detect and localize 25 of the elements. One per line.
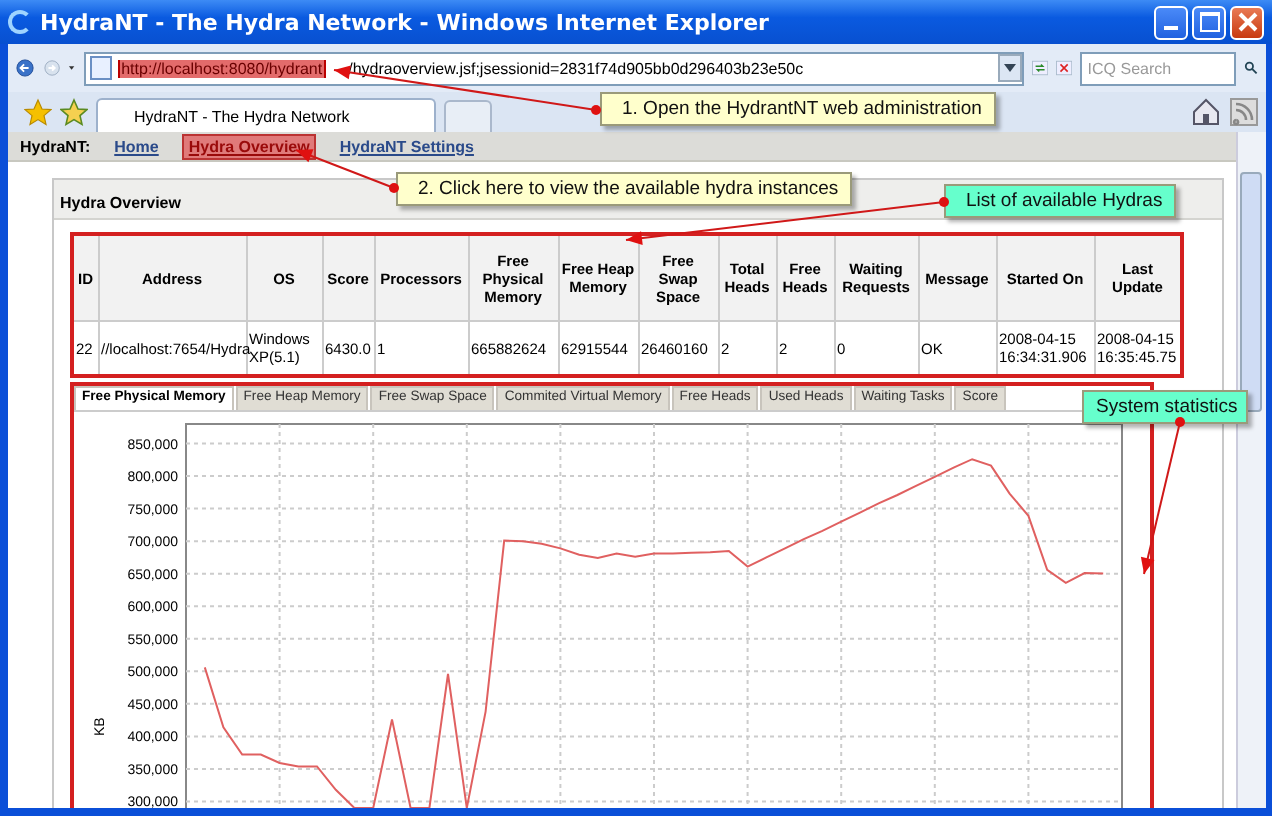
callout-note: System statistics <box>1082 390 1248 424</box>
add-favorite-icon[interactable] <box>60 98 88 126</box>
address-field[interactable]: http://localhost:8080/hydrant /hydraoverview.jsf;jsessionid=2831f74d905bb0d296403b23e50c <box>83 51 1024 85</box>
maximize-icon <box>1199 12 1219 32</box>
callout-note: 2. Click here to view the available hydra instances <box>396 172 853 206</box>
callout-note: List of available Hydras <box>944 184 1177 218</box>
close-icon <box>1237 12 1257 32</box>
home-icon[interactable] <box>1190 98 1222 126</box>
maximize-button[interactable] <box>1192 5 1226 39</box>
nav-link[interactable]: HydraNT Settings <box>335 135 478 157</box>
browser-logo-icon <box>8 10 32 34</box>
page-icon <box>89 56 112 80</box>
nav-link[interactable]: Home <box>110 135 163 157</box>
minimize-button[interactable] <box>1154 5 1188 39</box>
dropdown-caret-icon[interactable] <box>997 54 1022 82</box>
browser-tab[interactable]: HydraNT - The Hydra Network <box>96 98 436 132</box>
star-icon[interactable] <box>24 98 52 126</box>
scrollbar[interactable] <box>1236 132 1266 808</box>
window-title: HydraNT - The Hydra Network - Windows Internet Explorer <box>40 9 769 35</box>
close-button[interactable] <box>1230 5 1264 39</box>
search-field[interactable]: ICQ Search <box>1079 51 1236 85</box>
callout-note: 1. Open the HydrantNT web administration <box>600 92 996 126</box>
app-label: HydraNT: <box>20 137 91 155</box>
minimize-icon <box>1164 26 1178 30</box>
feed-icon[interactable] <box>1230 98 1258 126</box>
